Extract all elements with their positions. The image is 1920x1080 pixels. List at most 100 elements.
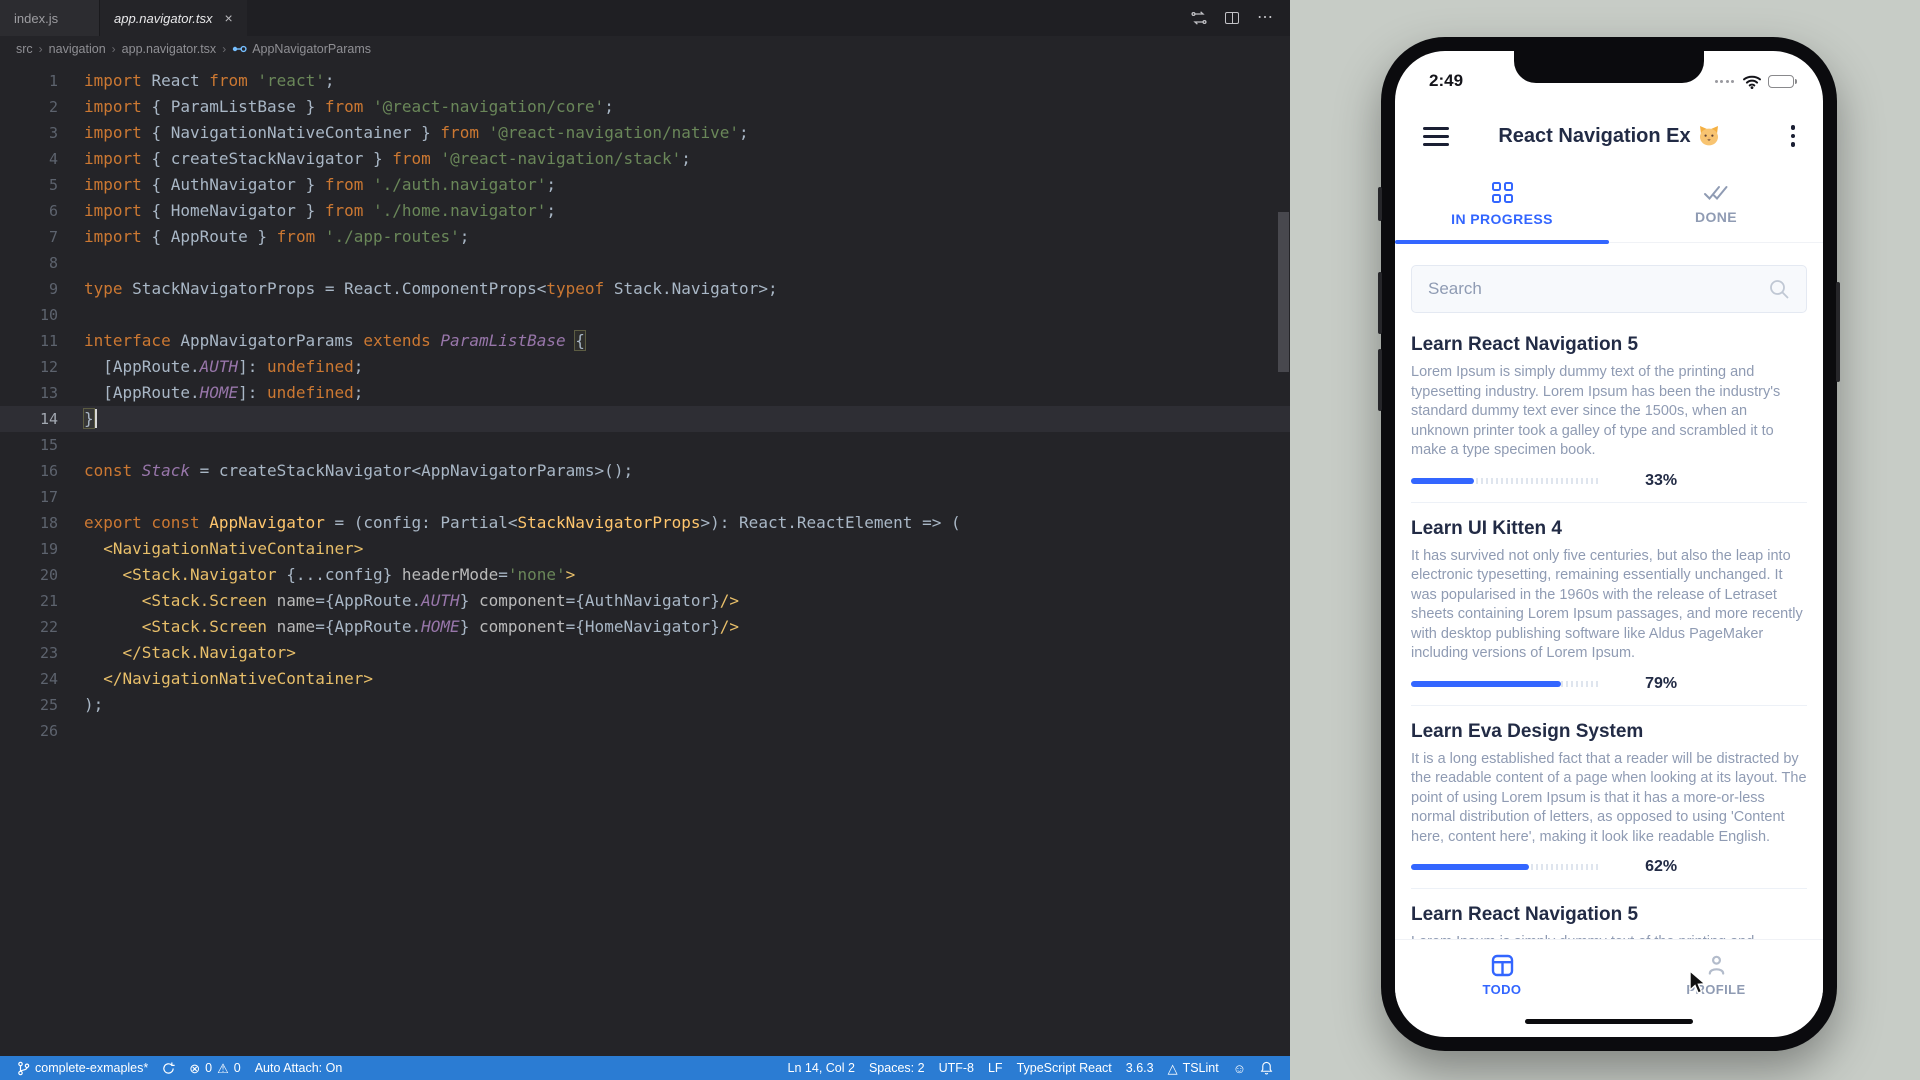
- progress-fill: [1411, 681, 1561, 687]
- tab-index-js[interactable]: index.js: [0, 0, 100, 36]
- line-number: 8: [0, 250, 58, 276]
- task-card[interactable]: Learn UI Kitten 4It has survived not onl…: [1411, 503, 1807, 706]
- encoding: UTF-8: [939, 1061, 974, 1075]
- line-number: 21: [0, 588, 58, 614]
- code-line-10: 10: [0, 302, 1290, 328]
- progress-row: 33%: [1411, 472, 1807, 490]
- tab-label: IN PROGRESS: [1451, 211, 1553, 227]
- code-line-12: 12 [AppRoute.AUTH]: undefined;: [0, 354, 1290, 380]
- cursor-position-item[interactable]: Ln 14, Col 2: [781, 1061, 862, 1075]
- code-line-22: 22 <Stack.Screen name={AppRoute.HOME} co…: [0, 614, 1290, 640]
- tab-label: index.js: [14, 11, 58, 26]
- progress-track: [1411, 681, 1601, 687]
- breadcrumb-symbol-label: AppNavigatorParams: [252, 42, 371, 56]
- sync-item[interactable]: [155, 1062, 182, 1075]
- tab-done[interactable]: DONE: [1609, 167, 1823, 242]
- overflow-menu-icon[interactable]: [1791, 125, 1796, 147]
- app-header: React Navigation Ex: [1395, 105, 1823, 167]
- code-line-16: 16const Stack = createStackNavigator<App…: [0, 458, 1290, 484]
- tab-app-navigator-tsx[interactable]: app.navigator.tsx ×: [100, 0, 247, 36]
- line-number: 1: [0, 68, 58, 94]
- task-title: Learn React Navigation 5: [1411, 904, 1807, 926]
- search-placeholder: Search: [1428, 279, 1768, 299]
- breadcrumb-item[interactable]: src: [16, 42, 33, 56]
- code-line-5: 5import { AuthNavigator } from './auth.n…: [0, 172, 1290, 198]
- status-bar-right: Ln 14, Col 2 Spaces: 2 UTF-8 LF TypeScri…: [781, 1061, 1280, 1075]
- progress-track: [1411, 864, 1601, 870]
- split-editor-icon[interactable]: [1225, 12, 1239, 24]
- cursor-position: Ln 14, Col 2: [788, 1061, 855, 1075]
- more-actions-icon[interactable]: ⋯: [1257, 13, 1274, 23]
- task-card[interactable]: Learn React Navigation 5Lorem Ipsum is s…: [1411, 889, 1807, 939]
- task-card[interactable]: Learn Eva Design System It is a long esta…: [1411, 706, 1807, 890]
- code-text: import { createStackNavigator } from '@r…: [84, 146, 691, 172]
- breadcrumb-separator: ›: [39, 42, 43, 56]
- breadcrumb-item[interactable]: app.navigator.tsx: [122, 42, 217, 56]
- task-title: Learn React Navigation 5: [1411, 334, 1807, 356]
- layout-icon: [1491, 954, 1514, 977]
- line-number: 10: [0, 302, 58, 328]
- auto-attach-label: Auto Attach: On: [255, 1061, 343, 1075]
- code-line-23: 23 </Stack.Navigator>: [0, 640, 1290, 666]
- tab-label: app.navigator.tsx: [114, 11, 213, 26]
- open-changes-icon[interactable]: [1191, 11, 1207, 25]
- line-number: 16: [0, 458, 58, 484]
- code-line-9: 9type StackNavigatorProps = React.Compon…: [0, 276, 1290, 302]
- close-icon[interactable]: ×: [225, 10, 233, 26]
- home-indicator: [1525, 1019, 1693, 1024]
- scrollbar-thumb[interactable]: [1278, 212, 1289, 372]
- task-card[interactable]: Learn React Navigation 5 Lorem Ipsum is s…: [1411, 319, 1807, 503]
- editor-scrollbar[interactable]: [1276, 62, 1290, 1056]
- search-icon[interactable]: [1768, 278, 1790, 300]
- breadcrumb-item[interactable]: navigation: [49, 42, 106, 56]
- code-line-2: 2import { ParamListBase } from '@react-n…: [0, 94, 1290, 120]
- errors-icon: ⊗: [189, 1062, 200, 1075]
- search-input[interactable]: Search: [1411, 265, 1807, 313]
- language-mode-item[interactable]: TypeScript React: [1010, 1061, 1119, 1075]
- progress-percent: 33%: [1645, 472, 1677, 490]
- code-text: <Stack.Screen name={AppRoute.HOME} compo…: [84, 614, 739, 640]
- ts-version-item[interactable]: 3.6.3: [1119, 1061, 1161, 1075]
- status-icons: [1715, 74, 1797, 89]
- code-editor[interactable]: 1import React from 'react';2import { Par…: [0, 62, 1290, 1056]
- encoding-item[interactable]: UTF-8: [932, 1061, 981, 1075]
- code-text: import { AppRoute } from './app-routes';: [84, 224, 469, 250]
- tab-in-progress[interactable]: IN PROGRESS: [1395, 167, 1609, 242]
- git-branch-icon: [17, 1061, 30, 1076]
- line-number: 25: [0, 692, 58, 718]
- feedback-item[interactable]: ☺: [1226, 1062, 1253, 1075]
- bottom-tab-bar: TODO PROFILE: [1395, 939, 1823, 1011]
- indentation-item[interactable]: Spaces: 2: [862, 1061, 932, 1075]
- bottom-tab-todo[interactable]: TODO: [1395, 940, 1609, 1011]
- app-title-text: React Navigation Ex: [1498, 125, 1690, 148]
- code-line-4: 4 import { createStackNavigator } from '@…: [0, 146, 1290, 172]
- progress-row: 62%: [1411, 858, 1807, 876]
- volume-up-button: [1378, 272, 1382, 334]
- todo-list: Learn React Navigation 5 Lorem Ipsum is s…: [1395, 317, 1823, 939]
- code-text: import { AuthNavigator } from './auth.na…: [84, 172, 556, 198]
- tslint-item[interactable]: △ TSLint: [1161, 1061, 1226, 1075]
- code-text: [AppRoute.AUTH]: undefined;: [84, 354, 363, 380]
- wifi-icon: [1742, 74, 1762, 89]
- top-tab-bar: IN PROGRESS DONE: [1395, 167, 1823, 243]
- task-description: It is a long established fact that a rea…: [1411, 750, 1807, 848]
- code-text: <NavigationNativeContainer>: [84, 536, 363, 562]
- eol-item[interactable]: LF: [981, 1061, 1010, 1075]
- vscode-window: index.js app.navigator.tsx × ⋯ src › navig…: [0, 0, 1290, 1080]
- line-number: 2: [0, 94, 58, 120]
- problems-item[interactable]: ⊗ 0 ⚠ 0: [182, 1061, 247, 1075]
- bottom-tab-profile[interactable]: PROFILE: [1609, 940, 1823, 1011]
- task-description: Lorem Ipsum is simply dummy text of the …: [1411, 363, 1807, 461]
- line-number: 4: [0, 146, 58, 172]
- code-line-8: 8: [0, 250, 1290, 276]
- tab-label: TODO: [1483, 982, 1522, 997]
- breadcrumb-symbol[interactable]: AppNavigatorParams: [232, 42, 371, 56]
- git-branch-item[interactable]: complete-exmaples*: [10, 1061, 155, 1076]
- task-title: Learn Eva Design System: [1411, 721, 1807, 743]
- cat-emoji-icon: [1698, 126, 1720, 146]
- notifications-item[interactable]: [1253, 1061, 1280, 1075]
- mouse-cursor: [1688, 970, 1707, 996]
- auto-attach-item[interactable]: Auto Attach: On: [248, 1061, 350, 1075]
- progress-fill: [1411, 864, 1529, 870]
- code-line-6: 6import { HomeNavigator } from './home.n…: [0, 198, 1290, 224]
